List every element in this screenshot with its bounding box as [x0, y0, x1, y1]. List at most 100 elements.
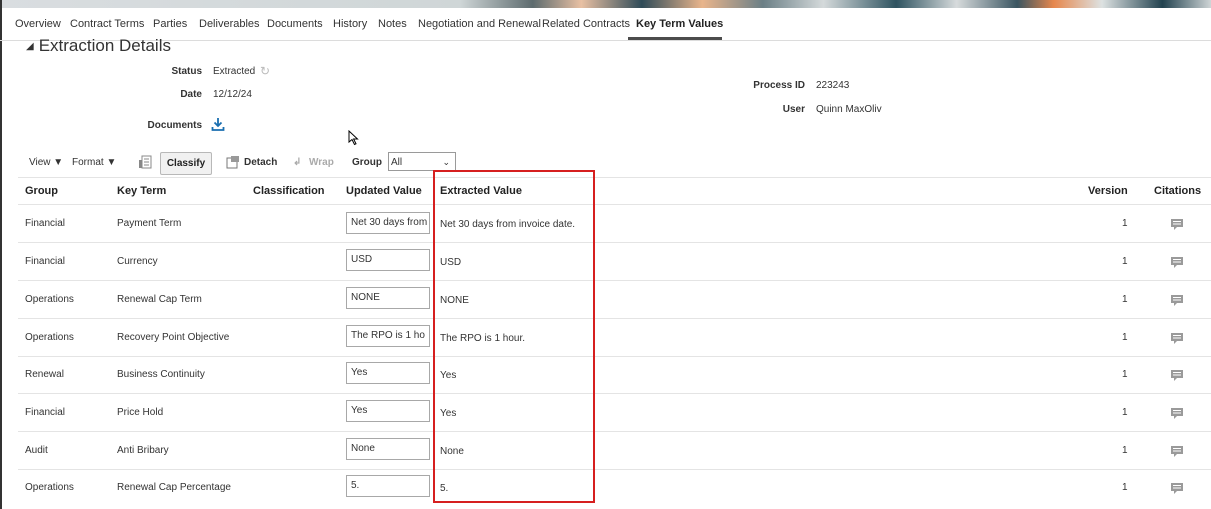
tab-notes[interactable]: Notes — [378, 18, 407, 30]
row-extracted-value: 5. — [440, 483, 449, 494]
row-divider — [18, 431, 1211, 432]
collapse-triangle-icon[interactable]: ◢ — [26, 41, 34, 52]
row-version: 1 — [1122, 256, 1128, 267]
group-filter-select[interactable]: All ⌄ — [388, 152, 456, 171]
decorative-banner — [0, 0, 1211, 8]
user-label: User — [782, 104, 805, 115]
row-group: Renewal — [25, 369, 64, 380]
status-value: Extracted — [213, 66, 256, 77]
row-group: Financial — [25, 256, 66, 267]
updated-value-input[interactable]: The RPO is 1 ho — [346, 325, 430, 347]
row-extracted-value: Yes — [440, 370, 457, 381]
row-group: Audit — [25, 445, 48, 456]
updated-value-input[interactable]: Yes — [346, 362, 430, 384]
tab-deliverables[interactable]: Deliverables — [199, 18, 260, 30]
row-extracted-value: NONE — [440, 295, 469, 306]
updated-value-input[interactable]: Net 30 days from — [346, 212, 430, 234]
row-extracted-value: None — [440, 446, 464, 457]
row-version: 1 — [1122, 294, 1128, 305]
header-top-divider — [18, 177, 1211, 178]
detach-icon[interactable] — [226, 155, 240, 169]
row-divider — [18, 242, 1211, 243]
tab-overview[interactable]: Overview — [15, 18, 61, 30]
caret-down-icon: ▼ — [53, 157, 64, 168]
row-group: Financial — [25, 218, 66, 229]
column-header-key-term[interactable]: Key Term — [117, 185, 166, 197]
row-key-term: Renewal Cap Term — [117, 294, 202, 305]
table-toolbar: View ▼ Format ▼ Classify Detach ↲ Wrap G… — [0, 150, 1211, 176]
row-key-term: Anti Bribary — [117, 445, 169, 456]
column-header-extracted-value[interactable]: Extracted Value — [440, 185, 522, 197]
tab-contract-terms[interactable]: Contract Terms — [70, 18, 144, 30]
user-value: Quinn MaxOliv — [816, 104, 882, 115]
download-icon[interactable] — [211, 117, 225, 131]
refresh-icon: ↻ — [260, 64, 271, 78]
row-version: 1 — [1122, 332, 1128, 343]
section-title: Extraction Details — [38, 36, 171, 55]
row-extracted-value: Net 30 days from invoice date. — [440, 219, 576, 230]
classify-button[interactable]: Classify — [160, 152, 212, 175]
chevron-down-icon: ⌄ — [442, 157, 450, 167]
column-header-group[interactable]: Group — [25, 185, 58, 197]
updated-value-input[interactable]: Yes — [346, 400, 430, 422]
wrap-button[interactable]: Wrap — [309, 157, 334, 168]
window-edge — [0, 0, 2, 509]
row-divider — [18, 318, 1211, 319]
wrap-icon: ↲ — [293, 157, 302, 168]
updated-value-input[interactable]: 5. — [346, 475, 430, 497]
updated-value-input[interactable]: None — [346, 438, 430, 460]
tab-key-term-values[interactable]: Key Term Values — [636, 18, 723, 30]
row-group: Operations — [25, 482, 74, 493]
active-tab-indicator — [628, 37, 722, 40]
tab-negotiation-renewal[interactable]: Negotiation and Renewal — [418, 18, 541, 30]
row-version: 1 — [1122, 482, 1128, 493]
row-key-term: Price Hold — [117, 407, 164, 418]
tab-parties[interactable]: Parties — [153, 18, 187, 30]
row-divider — [18, 469, 1211, 470]
group-filter-label: Group — [352, 157, 382, 168]
freeze-columns-icon[interactable] — [138, 155, 152, 169]
column-header-citations[interactable]: Citations — [1154, 185, 1201, 197]
tab-history[interactable]: History — [333, 18, 367, 30]
row-key-term: Payment Term — [117, 218, 182, 229]
row-group: Financial — [25, 407, 66, 418]
row-extracted-value: USD — [440, 257, 462, 268]
row-group: Operations — [25, 294, 74, 305]
column-header-updated-value[interactable]: Updated Value — [346, 185, 422, 197]
mouse-cursor-icon — [348, 130, 359, 146]
updated-value-input[interactable]: NONE — [346, 287, 430, 309]
citations-icon[interactable] — [1170, 294, 1184, 306]
section-header[interactable]: ◢ Extraction Details — [26, 36, 171, 56]
row-version: 1 — [1122, 407, 1128, 418]
tab-bar: Overview Contract Terms Parties Delivera… — [0, 8, 1211, 41]
column-header-version[interactable]: Version — [1088, 185, 1128, 197]
updated-value-input[interactable]: USD — [346, 249, 430, 271]
detach-button[interactable]: Detach — [244, 157, 277, 168]
column-header-classification[interactable]: Classification — [253, 185, 325, 197]
citations-icon[interactable] — [1170, 332, 1184, 344]
row-extracted-value: The RPO is 1 hour. — [440, 333, 526, 344]
tab-related-contracts[interactable]: Related Contracts — [542, 18, 630, 30]
citations-icon[interactable] — [1170, 407, 1184, 419]
tab-documents[interactable]: Documents — [267, 18, 323, 30]
citations-icon[interactable] — [1170, 369, 1184, 381]
process-id-value: 223243 — [816, 80, 850, 91]
row-key-term: Currency — [117, 256, 158, 267]
caret-down-icon: ▼ — [106, 157, 117, 168]
row-group: Operations — [25, 332, 74, 343]
row-key-term: Renewal Cap Percentage — [117, 482, 231, 493]
row-divider — [18, 280, 1211, 281]
citations-icon[interactable] — [1170, 445, 1184, 457]
view-menu[interactable]: View ▼ — [29, 157, 63, 168]
row-divider — [18, 393, 1211, 394]
citations-icon[interactable] — [1170, 256, 1184, 268]
format-menu[interactable]: Format ▼ — [72, 157, 116, 168]
citations-icon[interactable] — [1170, 482, 1184, 494]
process-id-label: Process ID — [753, 80, 805, 91]
status-label: Status — [171, 66, 202, 77]
row-key-term: Business Continuity — [117, 369, 205, 380]
row-version: 1 — [1122, 445, 1128, 456]
citations-icon[interactable] — [1170, 218, 1184, 230]
row-version: 1 — [1122, 218, 1128, 229]
row-key-term: Recovery Point Objective — [117, 332, 230, 343]
